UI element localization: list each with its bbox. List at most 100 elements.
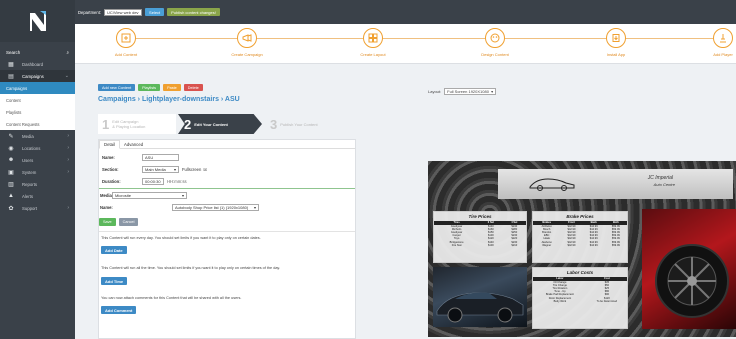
- media-value: Microsite: [115, 193, 132, 198]
- tab-advanced[interactable]: Advanced: [120, 140, 147, 148]
- time-note: This Content will run all the time. You …: [101, 266, 281, 270]
- media-name-row: Name: Autobody Shop Price list (1) (1920…: [100, 204, 259, 211]
- add-content-icon: [116, 28, 136, 48]
- sidebar-item-users[interactable]: ☻ Users ›: [0, 154, 75, 166]
- media-row: Media: Microsite ▾: [100, 192, 187, 199]
- step-add-player[interactable]: Add Player: [693, 28, 736, 57]
- layout-row: Layout: Full Screen 1920X1080 ▾: [428, 88, 497, 95]
- sidebar-item-campaigns[interactable]: ▤ Campaigns ⌄: [0, 70, 75, 82]
- delete-button[interactable]: Delete: [183, 84, 203, 91]
- media-name-value: Autobody Shop Price list (1) (1920x1080): [175, 205, 249, 210]
- sidebar-item-label: Locations: [22, 145, 41, 151]
- media-label: Media:: [100, 193, 114, 198]
- campaigns-submenu: Campaigns Content Playlists Content Requ…: [0, 82, 75, 130]
- brand-subtitle: Auto Centre: [653, 182, 675, 187]
- sidebar-item-label: Reports: [22, 181, 38, 187]
- brake-prices-card: Brake Prices Brakes Front Back Both ACDe…: [532, 211, 628, 263]
- alerts-icon: ▲: [8, 193, 14, 199]
- step-install-app[interactable]: Install App: [586, 28, 646, 57]
- sidebar-item-dashboard[interactable]: ▦ Dashboard: [0, 58, 75, 70]
- app-logo[interactable]: [0, 0, 75, 42]
- publish-changes-button[interactable]: Publish content changes!: [167, 8, 220, 16]
- step-create-campaign[interactable]: Create Campaign: [217, 28, 277, 57]
- playlists-button[interactable]: Playlists: [138, 84, 161, 91]
- chevron-down-icon: ▾: [491, 89, 494, 94]
- sidebar-search[interactable]: Search ⌕: [0, 46, 75, 58]
- step-label: Install App: [606, 52, 626, 57]
- name-label: Name:: [102, 155, 115, 160]
- chevron-right-icon: ›: [67, 169, 69, 175]
- name-row: Name: ASU: [102, 154, 179, 161]
- submenu-item-content-requests[interactable]: Content Requests: [0, 118, 75, 130]
- step-label: Create Layout: [360, 52, 386, 57]
- media-name-select[interactable]: Autobody Shop Price list (1) (1920x1080)…: [172, 204, 259, 211]
- dashboard-icon: ▦: [8, 61, 14, 68]
- add-comment-button[interactable]: Add Comment: [101, 306, 137, 314]
- fullscreen-checkbox[interactable]: ☒: [203, 167, 207, 172]
- chevron-down-icon: ▾: [253, 205, 256, 210]
- sidebar-item-locations[interactable]: ◉ Locations ›: [0, 142, 75, 154]
- department-label: Department:: [78, 9, 102, 15]
- users-icon: ☻: [7, 157, 15, 163]
- add-date-button[interactable]: Add Date: [101, 246, 127, 254]
- duration-value: 00:00:30: [145, 179, 161, 184]
- wizard-step-3[interactable]: 3 Publish Your Content: [266, 114, 356, 134]
- sidebar-item-support[interactable]: ✿ Support ›: [0, 202, 75, 214]
- add-time-button[interactable]: Add Time: [101, 277, 128, 285]
- form-divider: [99, 188, 355, 189]
- brand-name: JC Imperial: [647, 175, 673, 181]
- logo-icon: [29, 11, 46, 31]
- select-department-button[interactable]: Select: [145, 8, 165, 16]
- section-value: Main Media: [145, 167, 166, 172]
- wizard-step-1[interactable]: 1 Edit Campaign & Playing Location: [98, 114, 176, 134]
- cancel-button[interactable]: Cancel: [118, 218, 139, 226]
- preview-header-band: JC Imperial Auto Centre: [498, 169, 733, 199]
- sidebar-item-reports[interactable]: ▥ Reports: [0, 178, 75, 190]
- wizard-step-number: 1: [102, 116, 110, 132]
- step-create-layout[interactable]: Create Layout: [343, 28, 403, 57]
- department-select[interactable]: UC/View web dev: [104, 8, 143, 16]
- layout-icon: [363, 28, 383, 48]
- sidebar-item-label: Media: [22, 133, 34, 139]
- sidebar-item-media[interactable]: ✎ Media ›: [0, 130, 75, 142]
- submenu-item-playlists[interactable]: Playlists: [0, 106, 75, 118]
- content-wizard: 1 Edit Campaign & Playing Location 2 Edit…: [98, 114, 356, 134]
- add-new-content-button[interactable]: Add new Content: [98, 84, 136, 91]
- sidebar-item-label: System: [22, 169, 37, 175]
- name-value: ASU: [145, 155, 154, 160]
- tab-detail[interactable]: Detail: [99, 140, 120, 149]
- support-icon: ✿: [8, 205, 14, 212]
- chevron-down-icon: ⌄: [64, 73, 69, 79]
- sidebar-item-system[interactable]: ▣ System ›: [0, 166, 75, 178]
- date-note: This Content will run every day. You sho…: [101, 236, 261, 240]
- media-select[interactable]: Microsite ▾: [112, 192, 187, 199]
- table-cell: $42.99: [567, 243, 576, 247]
- submenu-item-content[interactable]: Content: [0, 94, 75, 106]
- brake-prices-table: Brakes Front Back Both ACDelco $42.99 $44.…: [533, 221, 627, 247]
- sidebar-item-label: Dashboard: [22, 61, 44, 67]
- search-icon[interactable]: ⌕: [66, 50, 69, 55]
- labor-costs-card: Labor Costs Labor Cost Oil Change $35 Tir…: [532, 267, 628, 329]
- duration-hint: HH:mm:ss: [167, 179, 187, 184]
- duration-label: Duration:: [102, 179, 121, 184]
- step-add-content[interactable]: Add Content: [96, 28, 156, 57]
- content-preview[interactable]: JC Imperial Auto Centre Tire Prices Tire…: [428, 161, 736, 337]
- sidebar-item-alerts[interactable]: ▲ Alerts: [0, 190, 75, 202]
- sidebar: Search ⌕ ▦ Dashboard ▤ Campaigns ⌄ Campa…: [0, 0, 75, 339]
- labor-costs-title: Labor Costs: [566, 270, 594, 275]
- name-input[interactable]: ASU: [142, 154, 179, 161]
- duration-input[interactable]: 00:00:30: [142, 178, 164, 185]
- step-label: Design Content: [481, 52, 509, 57]
- locations-icon: ◉: [8, 145, 14, 152]
- save-button[interactable]: Save: [99, 218, 116, 226]
- chevron-down-icon: ▾: [173, 167, 176, 172]
- wizard-step-number: 2: [184, 116, 192, 132]
- step-design-content[interactable]: Design Content: [465, 28, 525, 57]
- submenu-item-campaigns[interactable]: Campaigns: [0, 82, 75, 94]
- form-divider: [99, 231, 355, 232]
- layout-select[interactable]: Full Screen 1920X1080 ▾: [444, 88, 497, 95]
- labor-costs-table: Labor Cost Oil Change $35 Tire Change $50 …: [533, 277, 627, 303]
- section-select[interactable]: Main Media ▾: [142, 166, 179, 173]
- wizard-step-2[interactable]: 2 Edit Your Content: [178, 114, 262, 134]
- paste-button[interactable]: Paste: [163, 84, 181, 91]
